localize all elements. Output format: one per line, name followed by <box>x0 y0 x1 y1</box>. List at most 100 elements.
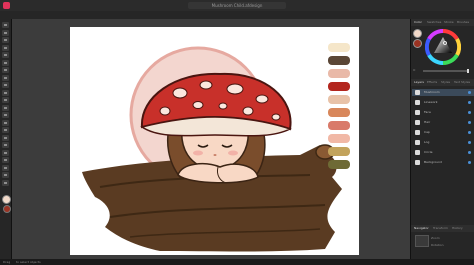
color-panel-tabs: Color Swatches Stroke Brushes <box>411 19 474 26</box>
layer-thumbnail <box>415 130 420 135</box>
tab-stroke[interactable]: Stroke <box>444 20 454 24</box>
layer-row[interactable]: Circle <box>412 149 474 156</box>
transparency-tool-icon[interactable] <box>2 142 9 148</box>
layer-thumbnail <box>415 150 420 155</box>
palette-swatch[interactable] <box>328 56 350 65</box>
layer-name: Hair <box>424 120 431 124</box>
zoom-tool-icon[interactable] <box>2 127 9 133</box>
palette-swatch[interactable] <box>328 147 350 156</box>
eyedropper-tool-icon[interactable] <box>2 119 9 126</box>
layer-row[interactable]: Mushroom <box>412 89 474 96</box>
navigator-tabs: Navigator Transform History <box>411 225 474 232</box>
status-bar: Drag to select objects <box>0 259 474 265</box>
layer-row[interactable]: Cap <box>412 129 474 136</box>
layer-name: Cap <box>424 130 430 134</box>
move-tool-icon[interactable] <box>2 22 9 28</box>
crop-tool-icon[interactable] <box>2 112 9 118</box>
visibility-icon[interactable] <box>468 101 471 104</box>
tab-navigator[interactable]: Navigator <box>414 226 429 230</box>
opacity-slider[interactable]: O <box>413 68 473 74</box>
layer-name: Log <box>424 140 430 144</box>
frame-text-tool-icon[interactable] <box>2 104 9 111</box>
app-icon[interactable] <box>3 2 10 9</box>
palette-swatch[interactable] <box>328 160 350 169</box>
color-wheel[interactable] <box>424 28 462 66</box>
palette-swatch[interactable] <box>328 82 350 91</box>
ellipse-tool-icon[interactable] <box>2 89 9 96</box>
document-title[interactable]: Mushroom Child.afdesign <box>188 2 286 9</box>
layers-panel-tabs: Layers Effects Styles Text Styles <box>411 79 474 86</box>
layer-thumbnail <box>415 100 420 105</box>
place-tool-icon[interactable] <box>2 179 9 186</box>
primary-color-swatch[interactable] <box>2 195 11 204</box>
tools-panel <box>0 19 12 259</box>
navigator-thumbnail[interactable] <box>415 235 429 247</box>
palette-swatch[interactable] <box>328 95 350 104</box>
palette-swatch[interactable] <box>328 43 350 52</box>
layer-row[interactable]: Log <box>412 139 474 146</box>
paint-mixer-tool-icon[interactable] <box>2 172 9 178</box>
tab-styles[interactable]: Styles <box>441 80 450 84</box>
fill-tool-icon[interactable] <box>2 59 9 66</box>
layer-thumbnail <box>415 90 420 95</box>
brush-tool-icon[interactable] <box>2 52 9 58</box>
layer-thumbnail <box>415 120 420 125</box>
layer-thumbnail <box>415 110 420 115</box>
status-hint-text: to select objects <box>16 260 41 264</box>
palette-swatch[interactable] <box>328 108 350 117</box>
layer-name: Mushroom <box>424 90 440 94</box>
tab-layers[interactable]: Layers <box>414 80 424 84</box>
layer-name: Linework <box>424 100 438 104</box>
context-toolbar: No Selection Document Setup Preferences <box>0 11 474 29</box>
studio-panel: Color Swatches Stroke Brushes O Layers E… <box>410 19 474 259</box>
tab-text-styles[interactable]: Text Styles <box>454 80 470 84</box>
layer-name: Background <box>424 160 442 164</box>
text-tool-icon[interactable] <box>2 97 9 103</box>
layer-row[interactable]: Face <box>412 109 474 116</box>
opacity-label: O <box>413 68 416 72</box>
vector-brush-tool-icon[interactable] <box>2 149 9 156</box>
tab-transform[interactable]: Transform <box>433 226 448 230</box>
visibility-icon[interactable] <box>468 131 471 134</box>
visibility-icon[interactable] <box>468 151 471 154</box>
tab-brushes[interactable]: Brushes <box>457 20 469 24</box>
artwork <box>82 46 342 252</box>
canvas-area[interactable] <box>12 19 410 259</box>
tab-effects[interactable]: Effects <box>427 80 437 84</box>
layer-thumbnail <box>415 140 420 145</box>
visibility-icon[interactable] <box>468 121 471 124</box>
rectangle-tool-icon[interactable] <box>2 82 9 88</box>
gradient-tool-icon[interactable] <box>2 67 9 73</box>
tab-swatches[interactable]: Swatches <box>427 20 441 24</box>
visibility-icon[interactable] <box>468 91 471 94</box>
palette-swatch[interactable] <box>328 121 350 130</box>
visibility-icon[interactable] <box>468 141 471 144</box>
erase-tool-icon[interactable] <box>2 164 9 171</box>
layer-row[interactable]: Background <box>412 159 474 166</box>
pen-tool-icon[interactable] <box>2 37 9 43</box>
palette-swatch[interactable] <box>328 69 350 78</box>
secondary-color-swatch[interactable] <box>3 205 11 213</box>
fill-color-swatch[interactable] <box>413 29 422 38</box>
palette-swatch[interactable] <box>328 134 350 143</box>
node-tool-icon[interactable] <box>2 29 9 36</box>
shape-tool-icon[interactable] <box>2 74 9 81</box>
visibility-icon[interactable] <box>468 111 471 114</box>
layer-row[interactable]: Linework <box>412 99 474 106</box>
nav-zoom-label: Zoom <box>431 236 440 240</box>
color-palette <box>328 43 350 173</box>
canvas-page[interactable] <box>70 27 359 255</box>
tab-color[interactable]: Color <box>414 20 422 24</box>
tab-history[interactable]: History <box>452 226 463 230</box>
smudge-tool-icon[interactable] <box>2 157 9 163</box>
layer-name: Face <box>424 110 431 114</box>
layer-thumbnail <box>415 160 420 165</box>
status-hint-key: Drag <box>3 260 11 264</box>
view-tool-icon[interactable] <box>2 134 9 141</box>
visibility-icon[interactable] <box>468 161 471 164</box>
pencil-tool-icon[interactable] <box>2 44 9 51</box>
stroke-color-swatch[interactable] <box>413 39 422 48</box>
layer-row[interactable]: Hair <box>412 119 474 126</box>
layer-name: Circle <box>424 150 433 154</box>
nav-rotation-label: Rotation <box>431 243 444 247</box>
